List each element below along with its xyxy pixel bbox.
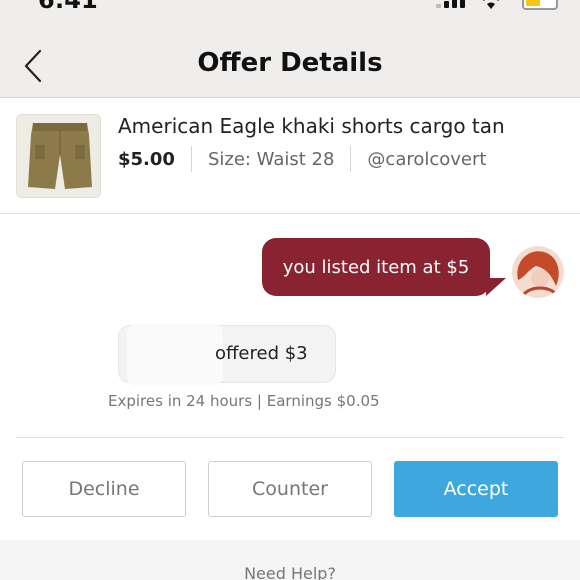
outgoing-message-text: you listed item at $5: [282, 256, 470, 278]
message-bubble-tail: [486, 278, 506, 296]
seller-handle[interactable]: @carolcovert: [367, 149, 486, 170]
cellular-signal-icon: [436, 0, 466, 8]
decline-button[interactable]: Decline: [22, 461, 186, 517]
offer-details-screen: 6:41 Offer Details American Eagle khaki …: [0, 0, 580, 580]
incoming-offer-bubble: offered $3: [118, 324, 336, 386]
listing-title: American Eagle khaki shorts cargo tan: [118, 114, 505, 138]
meta-divider: [350, 146, 352, 172]
accept-button[interactable]: Accept: [394, 461, 558, 517]
divider: [16, 437, 564, 438]
page-title: Offer Details: [197, 48, 383, 78]
listing-price: $5.00: [118, 148, 175, 170]
listing-size: Size: Waist 28: [207, 148, 335, 170]
navigation-bar: Offer Details: [0, 14, 580, 98]
outgoing-message-bubble: you listed item at $5: [262, 238, 490, 296]
offer-avatar: [127, 324, 223, 386]
user-avatar[interactable]: [512, 246, 564, 298]
incoming-offer-text: offered $3: [215, 343, 308, 364]
status-time: 6:41: [38, 0, 98, 14]
wifi-icon: [480, 0, 502, 9]
listing-thumbnail[interactable]: [16, 114, 101, 198]
meta-divider: [190, 146, 192, 172]
status-bar: 6:41: [0, 0, 580, 14]
counter-button[interactable]: Counter: [208, 461, 372, 517]
listing-meta: $5.00 Size: Waist 28 @carolcovert: [118, 146, 486, 172]
help-footer: Need Help?: [0, 540, 580, 580]
battery-icon: [522, 0, 558, 10]
listing-summary[interactable]: American Eagle khaki shorts cargo tan $5…: [0, 98, 580, 214]
need-help-link[interactable]: Need Help?: [0, 564, 580, 580]
offer-expiry-earnings: Expires in 24 hours | Earnings $0.05: [108, 392, 380, 410]
